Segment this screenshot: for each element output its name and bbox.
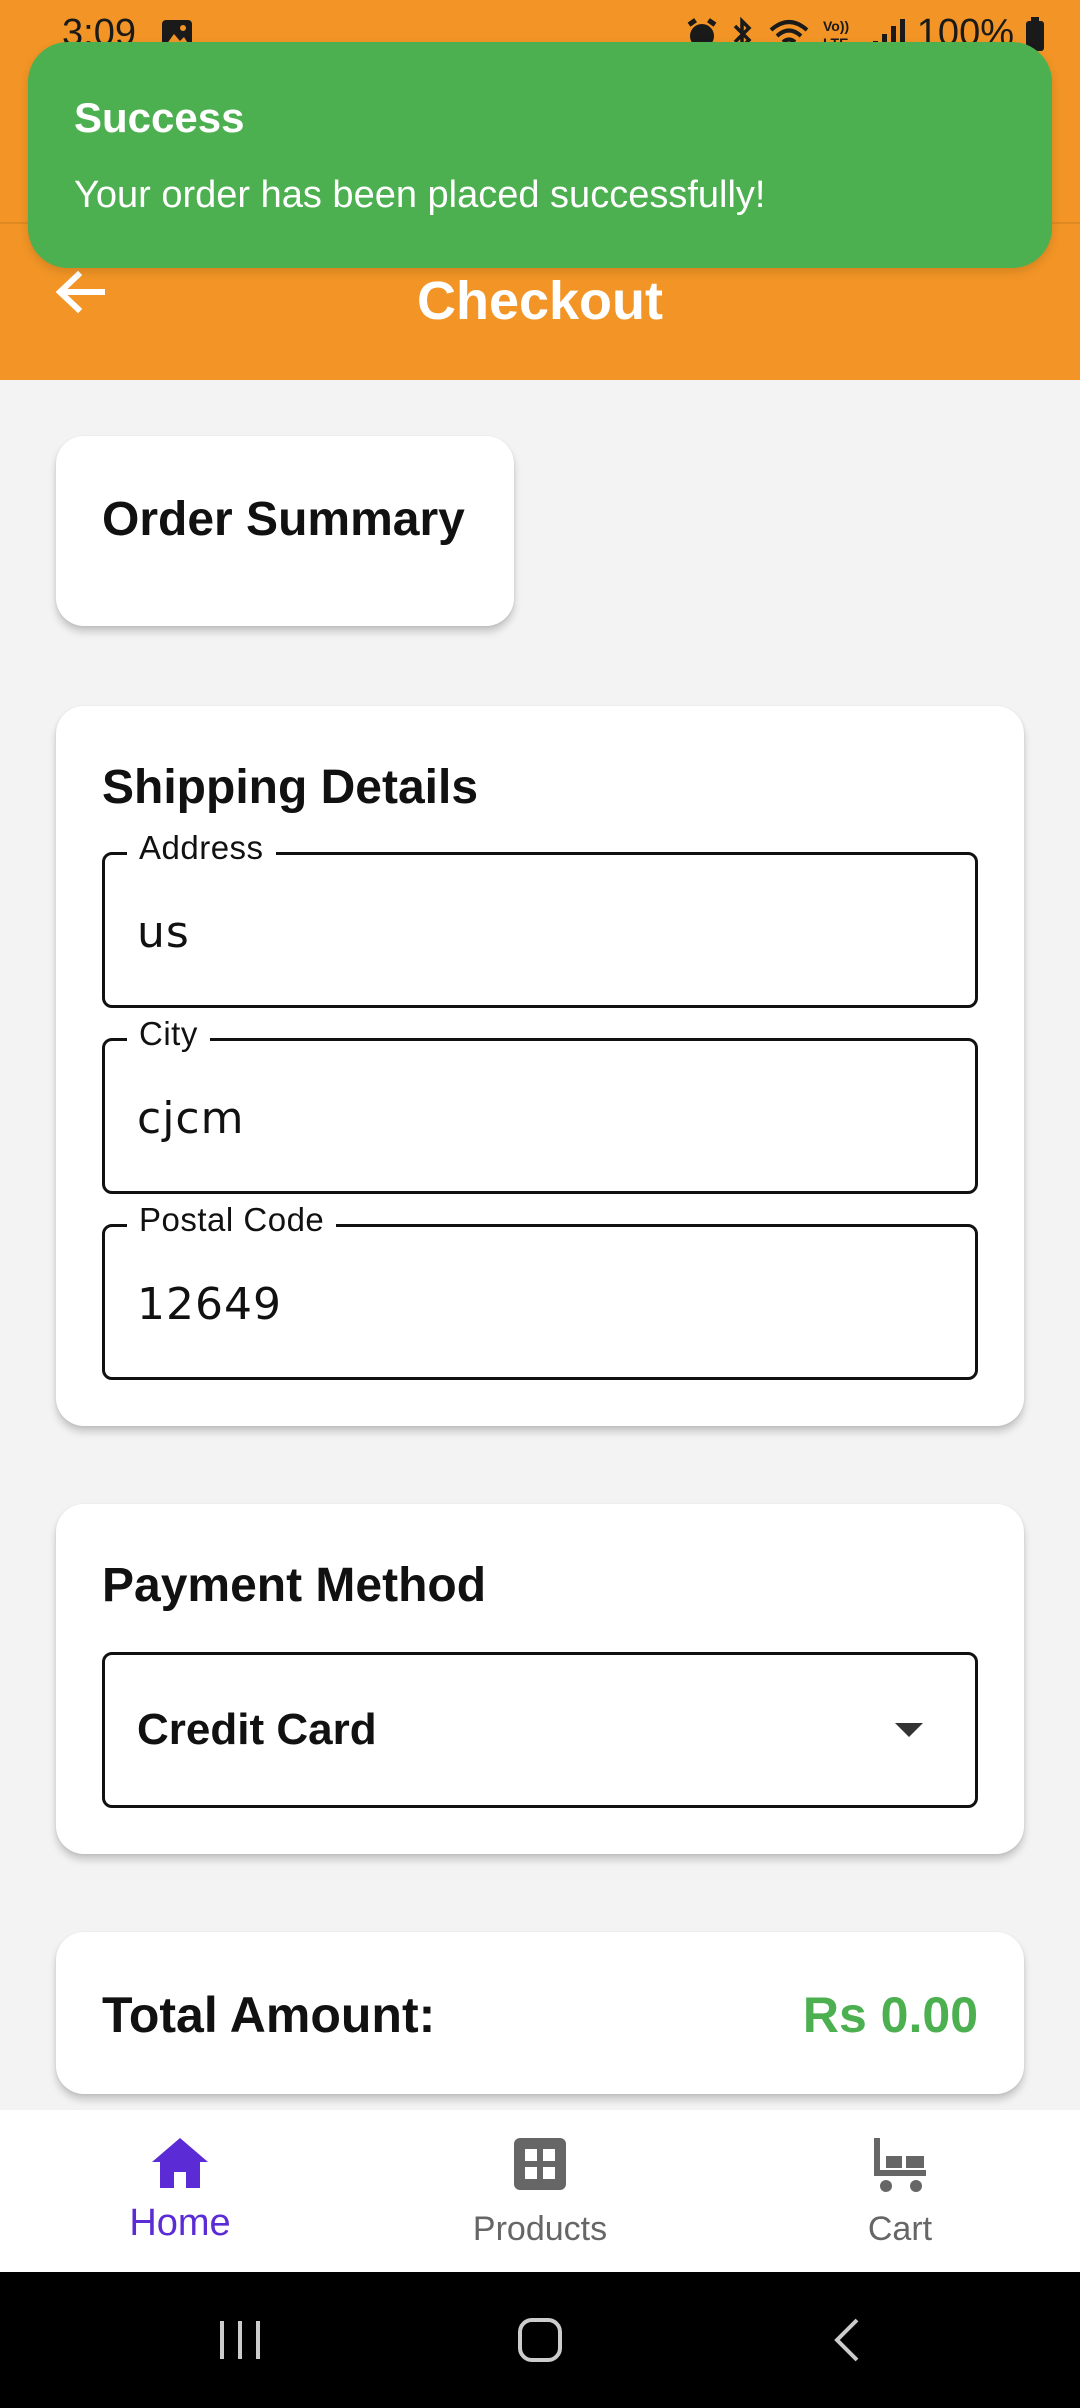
postal-code-field[interactable]: Postal Code 12649 — [102, 1201, 978, 1380]
nav-products-label: Products — [472, 2210, 608, 2248]
nav-home-label: Home — [129, 2202, 231, 2244]
recent-apps-icon — [220, 2321, 260, 2359]
shipping-details-card: Shipping Details Address us City cjcm Po… — [56, 706, 1024, 1426]
postal-code-value: 12649 — [137, 1279, 282, 1330]
city-value: cjcm — [137, 1093, 245, 1144]
nav-products[interactable]: Products — [360, 2110, 720, 2272]
snackbar-title: Success — [74, 94, 245, 141]
bottom-navigation: Home Products Cart — [0, 2110, 1080, 2272]
postal-code-label: Postal Code — [127, 1201, 337, 1239]
back-system-button[interactable] — [786, 2272, 906, 2408]
home-square-icon — [518, 2318, 562, 2362]
city-field[interactable]: City cjcm — [102, 1015, 978, 1194]
payment-method-dropdown[interactable]: Credit Card — [102, 1652, 978, 1808]
dropdown-arrow-icon — [895, 1723, 923, 1737]
back-chevron-icon — [834, 2318, 859, 2362]
home-icon — [152, 2138, 208, 2188]
recent-apps-button[interactable] — [180, 2272, 300, 2408]
grid-icon — [514, 2138, 566, 2190]
payment-method-selected: Credit Card — [137, 1705, 377, 1754]
total-amount-label: Total Amount: — [102, 1987, 436, 2043]
nav-cart-label: Cart — [867, 2210, 933, 2248]
success-snackbar[interactable]: Success Your order has been placed succe… — [28, 42, 1052, 268]
payment-method-heading: Payment Method — [102, 1559, 487, 1612]
shipping-details-heading: Shipping Details — [102, 761, 479, 814]
snackbar-message: Your order has been placed successfully! — [74, 174, 766, 216]
order-summary-card: Order Summary — [56, 436, 514, 626]
order-summary-heading: Order Summary — [102, 493, 465, 546]
total-amount-card: Total Amount: Rs 0.00 — [56, 1932, 1024, 2094]
home-system-button[interactable] — [480, 2272, 600, 2408]
address-label: Address — [127, 829, 276, 867]
cart-icon — [874, 2138, 926, 2192]
nav-home[interactable]: Home — [0, 2110, 360, 2272]
payment-method-card: Payment Method Credit Card — [56, 1504, 1024, 1854]
page-title: Checkout — [416, 271, 664, 331]
nav-cart[interactable]: Cart — [720, 2110, 1080, 2272]
svg-text:Vo)): Vo)) — [823, 18, 849, 34]
system-navigation-bar — [0, 2272, 1080, 2408]
total-amount-value: Rs 0.00 — [802, 1987, 978, 2043]
address-field[interactable]: Address us — [102, 829, 978, 1008]
city-label: City — [127, 1015, 210, 1053]
address-value: us — [137, 907, 190, 958]
